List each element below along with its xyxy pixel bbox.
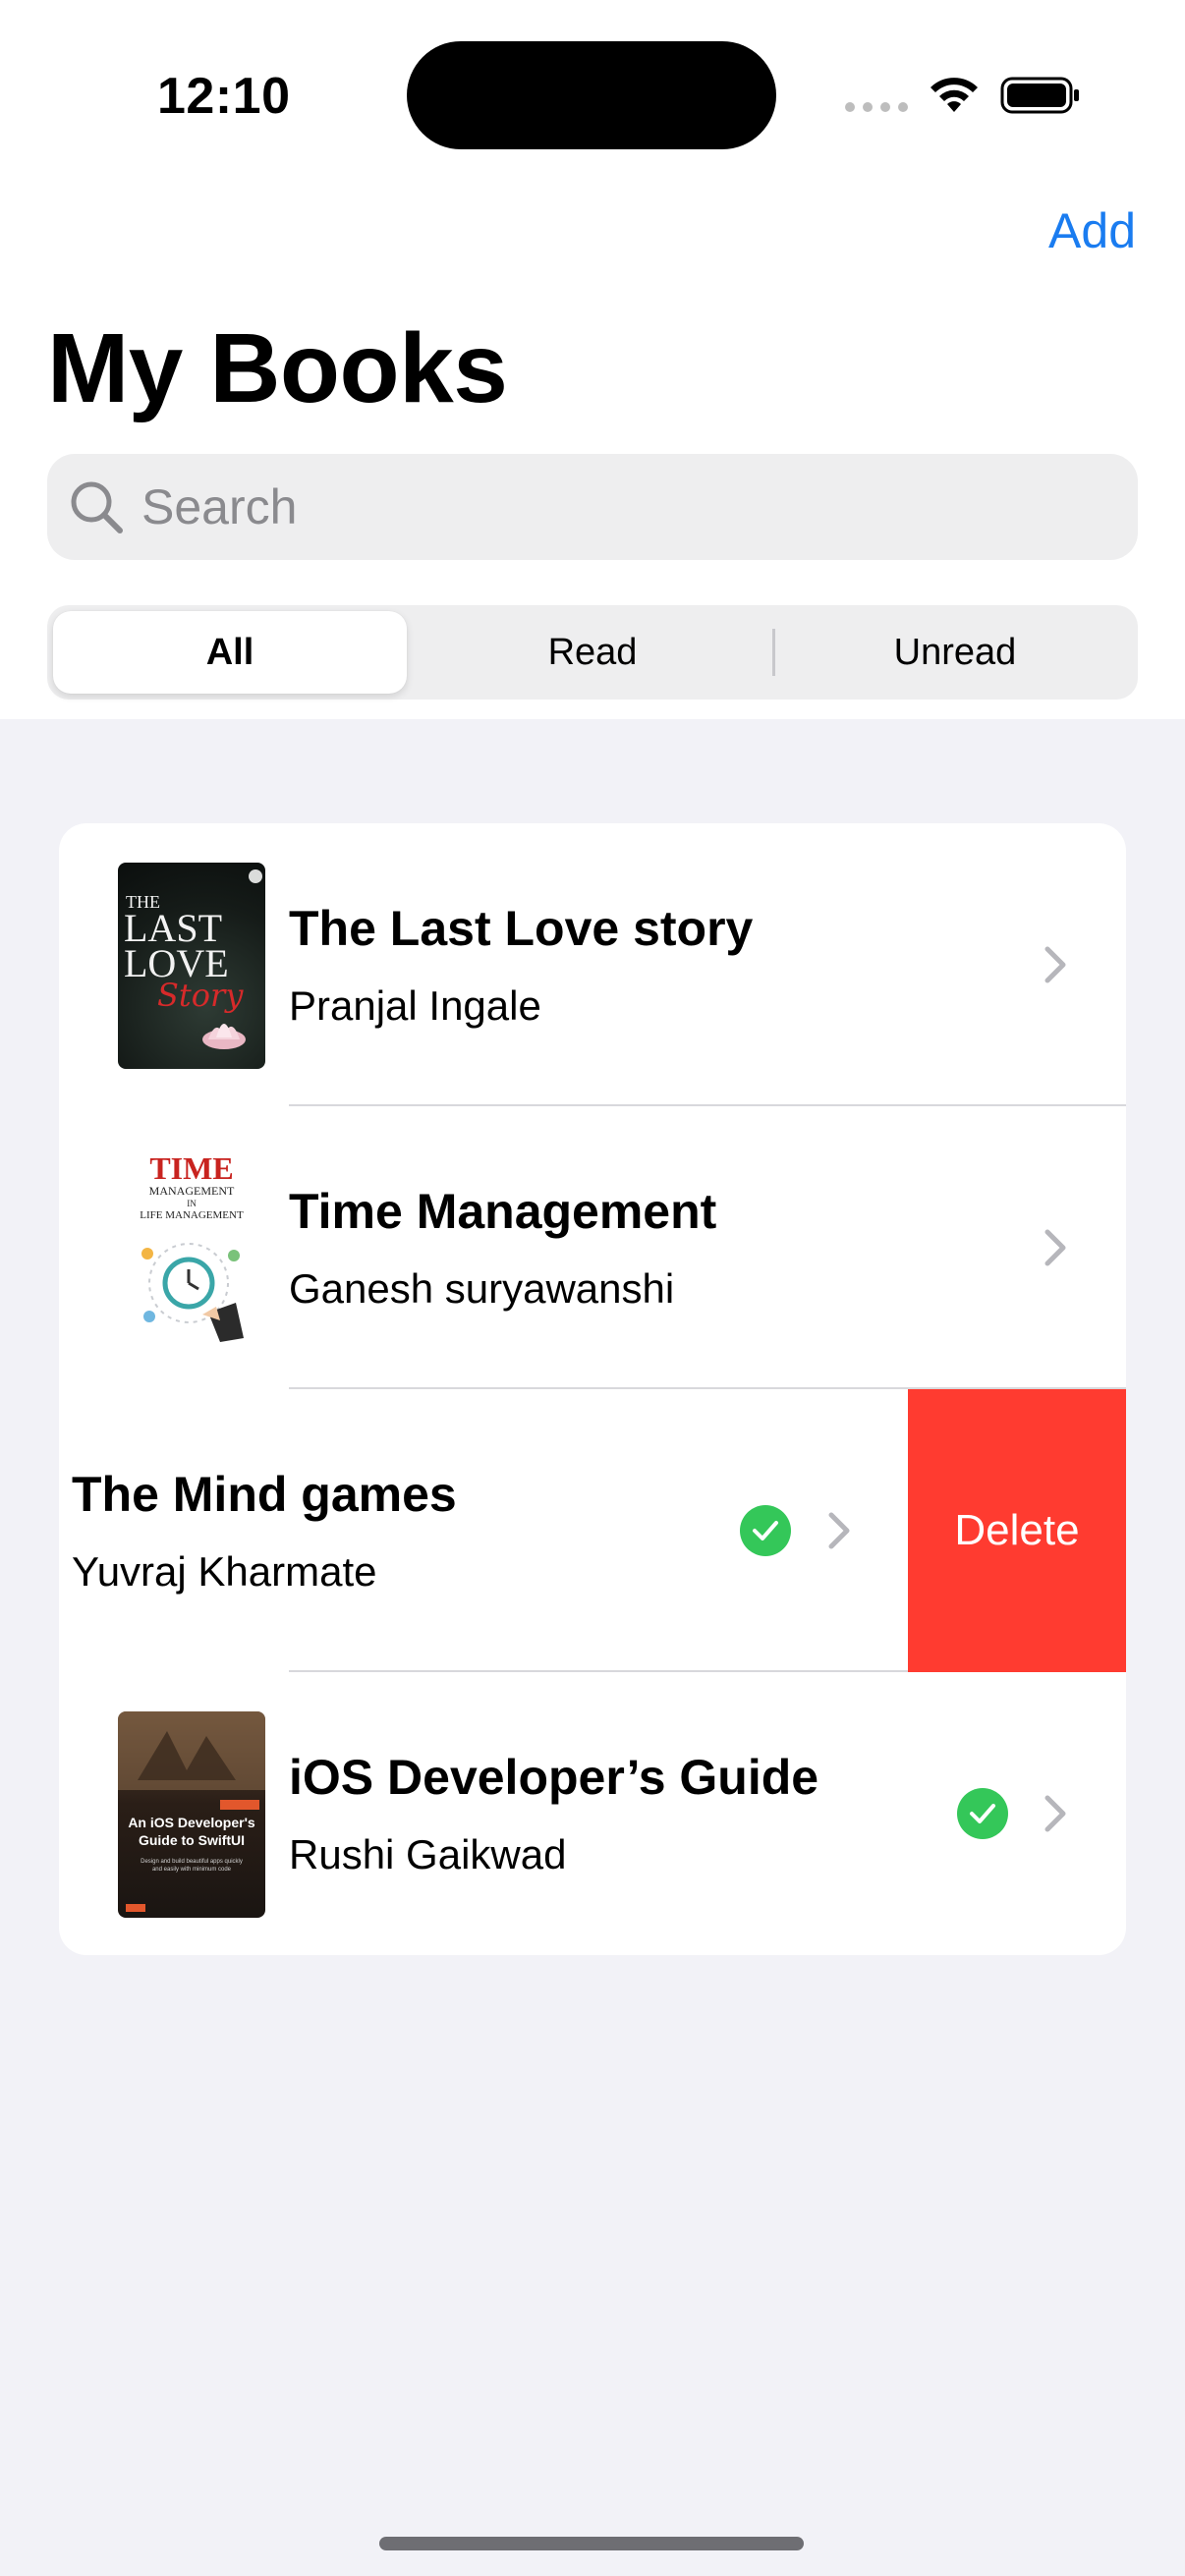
filter-segmented-control: All Read Unread bbox=[47, 605, 1138, 700]
search-icon bbox=[71, 481, 123, 533]
book-author: Yuvraj Kharmate bbox=[72, 1548, 377, 1595]
book-cover: THE LAST LOVE Story bbox=[118, 863, 265, 1069]
cellular-signal-icon bbox=[845, 102, 908, 112]
book-title: Time Management bbox=[289, 1184, 717, 1239]
cover-text: Story bbox=[157, 977, 244, 1014]
status-time: 12:10 bbox=[157, 68, 291, 125]
book-cover: TIME MANAGEMENT IN LIFE MANAGEMENT bbox=[118, 1146, 265, 1352]
search-bar[interactable] bbox=[47, 454, 1138, 560]
status-icons bbox=[845, 73, 1081, 118]
page-title: My Books bbox=[47, 313, 508, 423]
books-list: THE LAST LOVE Story The Last Love story … bbox=[59, 823, 1126, 1955]
chevron-right-icon bbox=[828, 1512, 850, 1549]
book-cover: An iOS Developer's Guide to SwiftUI Desi… bbox=[118, 1711, 265, 1918]
chevron-right-icon bbox=[1044, 1795, 1066, 1832]
cover-text: IN bbox=[187, 1199, 197, 1208]
book-author: Rushi Gaikwad bbox=[289, 1831, 567, 1877]
search-input[interactable] bbox=[141, 454, 1104, 560]
dynamic-island bbox=[407, 41, 776, 149]
book-row[interactable]: THE LAST LOVE Story The Last Love story … bbox=[59, 823, 1126, 1106]
cover-text: LIFE MANAGEMENT bbox=[140, 1209, 244, 1221]
home-indicator[interactable] bbox=[379, 2537, 804, 2550]
cover-text: TIME bbox=[149, 1150, 233, 1186]
book-title: The Last Love story bbox=[289, 901, 754, 956]
chevron-right-icon bbox=[1044, 946, 1066, 983]
cover-text: and easily with minimum code bbox=[152, 1867, 232, 1873]
read-checkmark-icon bbox=[740, 1505, 791, 1556]
segment-read[interactable]: Read bbox=[416, 611, 769, 694]
chevron-right-icon bbox=[1044, 1229, 1066, 1266]
book-row-swiped[interactable]: The Mind games Yuvraj Kharmate Delete bbox=[59, 1389, 1126, 1672]
battery-icon bbox=[1000, 77, 1079, 114]
segment-all[interactable]: All bbox=[53, 611, 407, 694]
read-checkmark-icon bbox=[957, 1788, 1008, 1839]
wifi-icon bbox=[931, 78, 978, 112]
cover-text: Guide to SwiftUI bbox=[139, 1832, 245, 1848]
delete-button[interactable]: Delete bbox=[908, 1389, 1126, 1672]
segment-divider bbox=[772, 629, 775, 676]
cover-text: MANAGEMENT bbox=[149, 1184, 235, 1198]
cover-text: Design and build beautiful apps quickly bbox=[141, 1859, 243, 1865]
book-row[interactable]: An iOS Developer's Guide to SwiftUI Desi… bbox=[59, 1672, 1126, 1955]
book-title: iOS Developer’s Guide bbox=[289, 1750, 819, 1805]
segment-unread[interactable]: Unread bbox=[778, 611, 1132, 694]
book-row[interactable]: TIME MANAGEMENT IN LIFE MANAGEMENT Time … bbox=[59, 1106, 1126, 1389]
add-button[interactable]: Add bbox=[1048, 202, 1136, 259]
book-title: The Mind games bbox=[72, 1467, 457, 1522]
cover-text: An iOS Developer's bbox=[128, 1815, 255, 1830]
book-author: Ganesh suryawanshi bbox=[289, 1265, 675, 1312]
book-author: Pranjal Ingale bbox=[289, 982, 541, 1029]
